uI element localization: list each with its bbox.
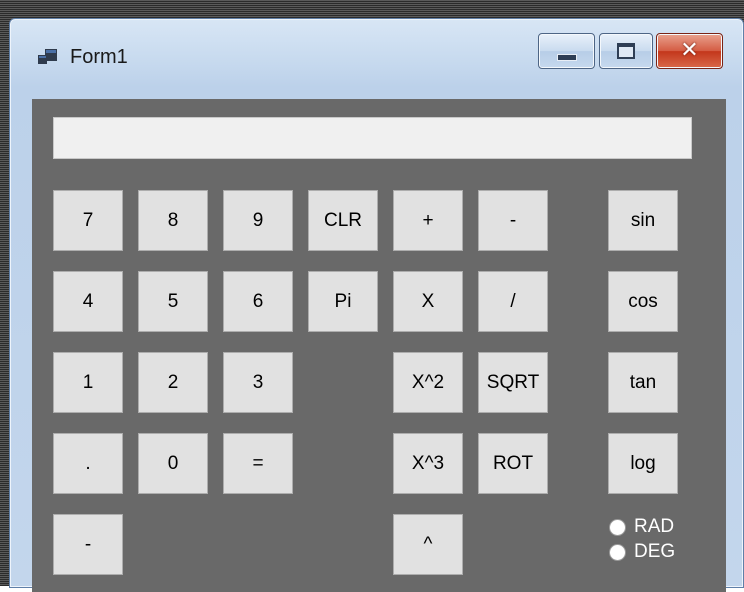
minimize-icon xyxy=(556,53,577,61)
maximize-icon xyxy=(617,43,635,59)
power-button[interactable]: ^ xyxy=(393,514,463,575)
rad-radio-circle[interactable] xyxy=(609,518,626,536)
equals-button[interactable]: = xyxy=(223,433,293,494)
clear-button[interactable]: CLR xyxy=(308,190,378,251)
button-6[interactable]: 6 xyxy=(223,271,293,332)
button-2[interactable]: 2 xyxy=(138,352,208,413)
close-icon: ✕ xyxy=(680,38,699,63)
negate-button[interactable]: - xyxy=(53,514,123,575)
root-button[interactable]: ROT xyxy=(478,433,548,494)
sin-button[interactable]: sin xyxy=(608,190,678,251)
rad-label: RAD xyxy=(634,516,675,537)
rad-radio[interactable]: RAD xyxy=(609,516,674,538)
button-3[interactable]: 3 xyxy=(223,352,293,413)
app-icon xyxy=(38,49,57,64)
button-7[interactable]: 7 xyxy=(53,190,123,251)
square-button[interactable]: X^2 xyxy=(393,352,463,413)
window-title: Form1 xyxy=(70,46,128,68)
deg-label: DEG xyxy=(634,541,676,562)
cos-button[interactable]: cos xyxy=(608,271,678,332)
minimize-button[interactable] xyxy=(538,33,595,69)
deg-radio-circle[interactable] xyxy=(609,543,626,561)
deg-radio[interactable]: DEG xyxy=(609,541,675,563)
cube-button[interactable]: X^3 xyxy=(393,433,463,494)
close-button[interactable]: ✕ xyxy=(656,33,723,69)
sqrt-button[interactable]: SQRT xyxy=(478,352,548,413)
button-8[interactable]: 8 xyxy=(138,190,208,251)
button-5[interactable]: 5 xyxy=(138,271,208,332)
multiply-button[interactable]: X xyxy=(393,271,463,332)
log-button[interactable]: log xyxy=(608,433,678,494)
tan-button[interactable]: tan xyxy=(608,352,678,413)
form-window: Form1 ✕ 7 8 9 CLR + - sin 4 5 6 Pi X / c… xyxy=(9,18,744,592)
maximize-button[interactable] xyxy=(599,33,653,69)
pi-button[interactable]: Pi xyxy=(308,271,378,332)
display-textbox[interactable] xyxy=(53,117,692,159)
minus-button[interactable]: - xyxy=(478,190,548,251)
button-1[interactable]: 1 xyxy=(53,352,123,413)
button-0[interactable]: 0 xyxy=(138,433,208,494)
calculator-panel: 7 8 9 CLR + - sin 4 5 6 Pi X / cos 1 2 3… xyxy=(32,99,726,592)
button-9[interactable]: 9 xyxy=(223,190,293,251)
title-bar[interactable]: Form1 ✕ xyxy=(10,19,743,81)
plus-button[interactable]: + xyxy=(393,190,463,251)
divide-button[interactable]: / xyxy=(478,271,548,332)
button-4[interactable]: 4 xyxy=(53,271,123,332)
decimal-button[interactable]: . xyxy=(53,433,123,494)
